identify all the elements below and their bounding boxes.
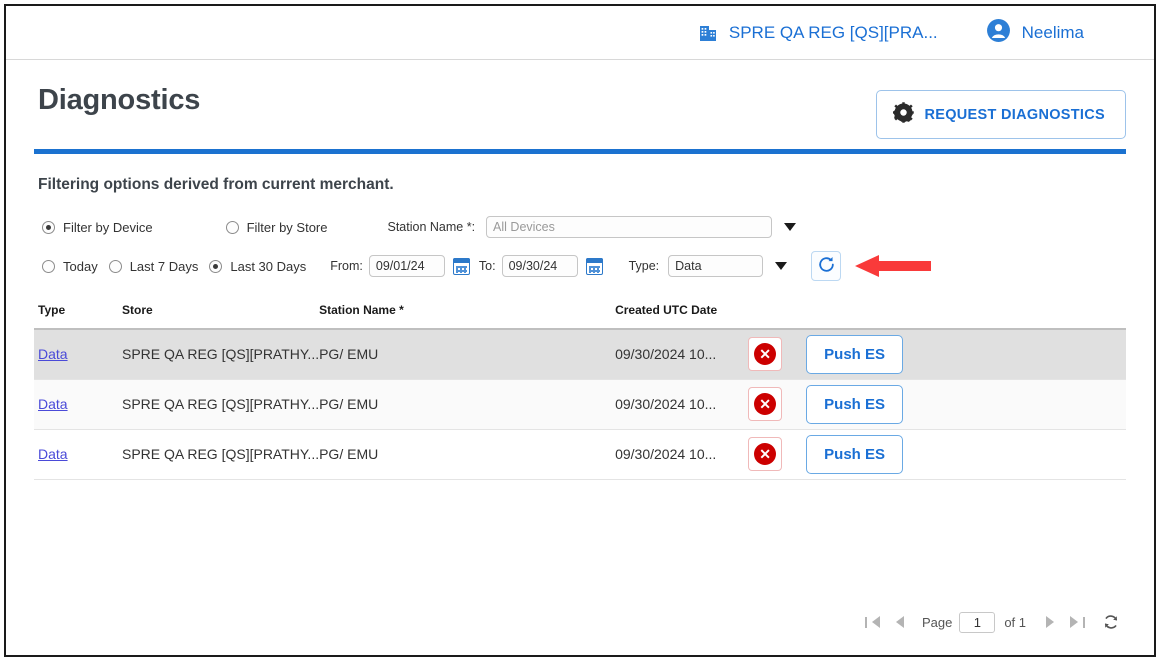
user-name: Neelima — [1021, 22, 1084, 42]
radio-last-30-days[interactable]: Last 30 Days — [209, 259, 306, 274]
row-delete-button[interactable]: ✕ — [748, 437, 783, 471]
column-header-type: Type — [34, 303, 122, 330]
radio-label-last7: Last 7 Days — [129, 258, 199, 274]
row-delete-button[interactable]: ✕ — [748, 387, 783, 421]
from-label: From: — [330, 259, 363, 273]
last-page-icon[interactable] — [1064, 611, 1090, 633]
row-type-link[interactable]: Data — [38, 446, 68, 462]
table-row[interactable]: Data SPRE QA REG [QS][PRATHY... PG/ EMU … — [34, 329, 1126, 380]
user-menu[interactable]: Neelima — [986, 18, 1084, 48]
building-icon — [698, 23, 718, 43]
row-created-date: 09/30/2024 10... — [615, 446, 717, 462]
refresh-icon — [817, 255, 836, 277]
previous-page-icon[interactable] — [886, 611, 912, 633]
radio-filter-by-device[interactable]: Filter by Device — [42, 220, 153, 235]
row-station-name: PG/ EMU — [319, 396, 379, 412]
table-row[interactable]: Data SPRE QA REG [QS][PRATHY... PG/ EMU … — [34, 379, 1126, 430]
from-date-input[interactable] — [368, 255, 445, 277]
radio-filter-by-store[interactable]: Filter by Store — [225, 219, 328, 235]
request-diagnostics-button[interactable]: REQUEST DIAGNOSTICS — [876, 90, 1126, 139]
row-store: SPRE QA REG [QS][PRATHY... — [122, 446, 320, 462]
row-delete-button[interactable]: ✕ — [748, 337, 783, 372]
type-label: Type: — [628, 259, 660, 273]
radio-dot-device — [42, 220, 55, 234]
row-push-es-button[interactable]: Push ES — [806, 334, 904, 374]
table-row[interactable]: Data SPRE QA REG [QS][PRATHY... PG/ EMU … — [34, 429, 1126, 480]
refresh-results-button[interactable] — [811, 251, 842, 281]
to-label: To: — [478, 259, 496, 273]
radio-label-store: Filter by Store — [246, 219, 328, 235]
row-created-date: 09/30/2024 10... — [615, 346, 717, 363]
station-name-label: Station Name *: — [387, 220, 476, 234]
column-header-push — [806, 303, 1126, 330]
row-store: SPRE QA REG [QS][PRATHY... — [122, 346, 320, 363]
page-label: Page — [921, 614, 953, 630]
first-page-icon[interactable] — [860, 611, 886, 633]
radio-dot-last7 — [108, 259, 122, 273]
type-input[interactable] — [668, 255, 764, 277]
page-number-input[interactable] — [959, 611, 996, 633]
station-name-dropdown-caret[interactable] — [784, 223, 797, 231]
radio-dot-today — [42, 259, 55, 273]
column-header-station-name: Station Name * — [319, 303, 616, 330]
page-total-label: of 1 — [1004, 614, 1026, 630]
delete-circle-icon: ✕ — [754, 393, 777, 415]
radio-label-last30: Last 30 Days — [230, 258, 307, 274]
diagnostics-table: Type Store Station Name * Created UTC Da… — [34, 303, 1126, 480]
next-page-icon[interactable] — [1038, 611, 1064, 633]
to-calendar-icon[interactable] — [585, 257, 603, 275]
merchant-name: SPRE QA REG [QS][PRA... — [728, 22, 938, 42]
page-header: Diagnostics REQUEST DIAGNOSTICS — [34, 60, 1126, 139]
row-push-es-button[interactable]: Push ES — [806, 384, 904, 424]
app-window: SPRE QA REG [QS][PRA... Neelima Diagnost… — [4, 4, 1156, 657]
pagination: Page of 1 — [860, 611, 1124, 633]
row-created-date: 09/30/2024 10... — [615, 396, 717, 412]
pointer-arrow-annotation — [853, 253, 933, 279]
merchant-selector[interactable]: SPRE QA REG [QS][PRA... — [698, 23, 938, 43]
type-dropdown-caret[interactable] — [775, 262, 788, 270]
radio-label-device: Filter by Device — [63, 219, 153, 235]
to-date-input[interactable] — [501, 255, 578, 277]
radio-dot-last30 — [209, 259, 223, 273]
request-diagnostics-label: REQUEST DIAGNOSTICS — [924, 106, 1105, 123]
filter-row-dates: Today Last 7 Days Last 30 Days From: To:… — [42, 251, 1154, 281]
row-type-link[interactable]: Data — [38, 396, 68, 412]
column-header-delete — [748, 303, 807, 330]
delete-circle-icon: ✕ — [754, 343, 777, 366]
filter-note: Filtering options derived from current m… — [38, 176, 394, 193]
station-name-input[interactable] — [486, 216, 773, 238]
row-type-link[interactable]: Data — [38, 346, 68, 362]
table-header-row: Type Store Station Name * Created UTC Da… — [34, 303, 1126, 330]
from-calendar-icon[interactable] — [452, 257, 470, 275]
row-station-name: PG/ EMU — [319, 446, 379, 462]
radio-last-7-days[interactable]: Last 7 Days — [108, 258, 199, 274]
gear-icon — [892, 102, 915, 127]
column-header-created-utc-date: Created UTC Date — [615, 303, 749, 330]
row-push-es-button[interactable]: Push ES — [806, 434, 904, 474]
column-header-store: Store — [122, 303, 320, 330]
pagination-refresh-icon[interactable] — [1098, 611, 1124, 633]
filter-row-scope: Filter by Device Filter by Store Station… — [42, 216, 1154, 238]
row-store: SPRE QA REG [QS][PRATHY... — [122, 396, 320, 412]
radio-today[interactable]: Today — [42, 259, 98, 274]
row-station-name: PG/ EMU — [319, 346, 379, 363]
radio-label-today: Today — [63, 258, 98, 274]
person-circle-icon — [986, 18, 1011, 48]
header-accent-bar — [34, 149, 1126, 154]
delete-circle-icon: ✕ — [754, 443, 777, 465]
page-title: Diagnostics — [38, 84, 201, 116]
radio-dot-store — [225, 220, 239, 234]
top-bar: SPRE QA REG [QS][PRA... Neelima — [6, 6, 1154, 60]
